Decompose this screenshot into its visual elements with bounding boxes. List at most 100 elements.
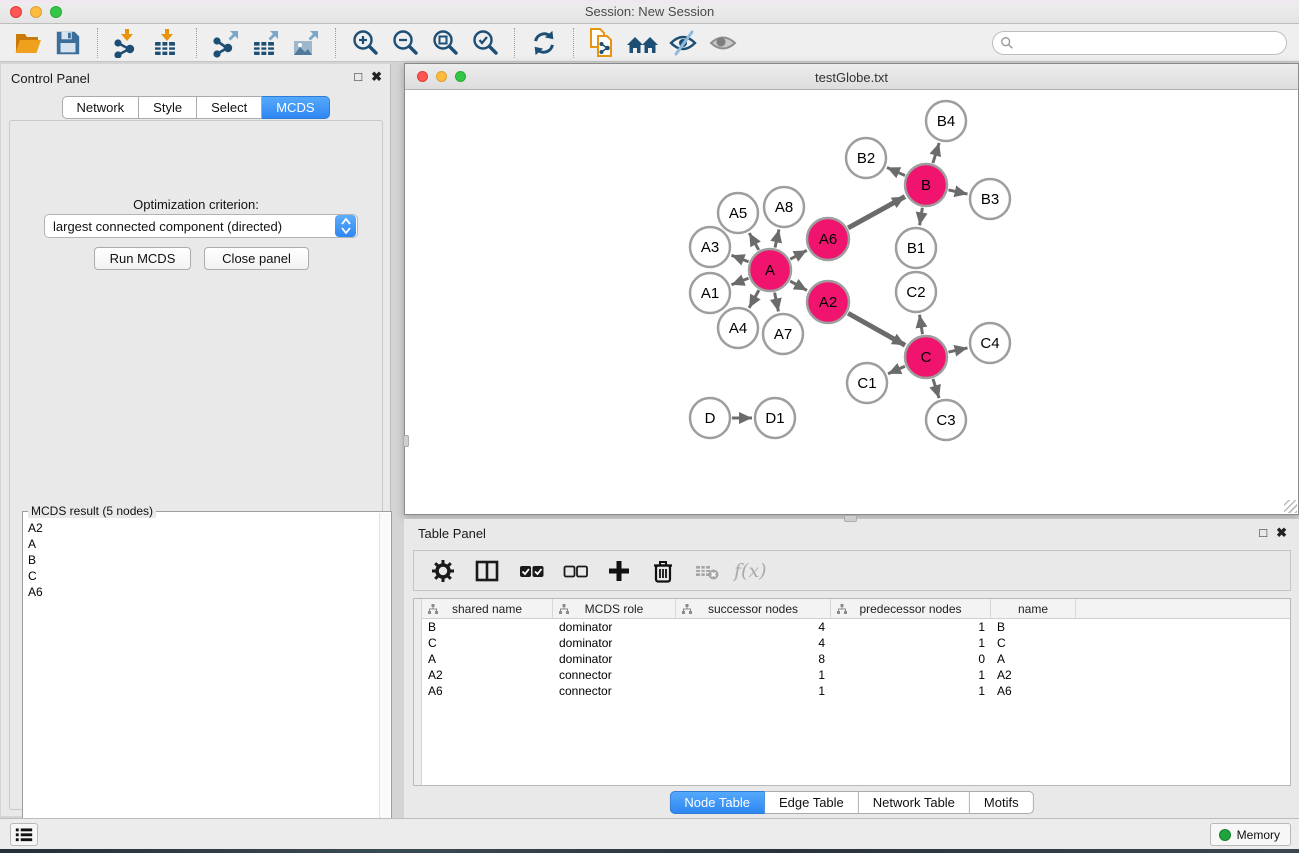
import-network-button[interactable] <box>107 27 147 59</box>
graph-node-A[interactable]: A <box>749 249 791 291</box>
close-panel-icon[interactable]: ✖ <box>371 69 382 85</box>
table-cell[interactable]: 0 <box>831 651 991 667</box>
graph-node-C[interactable]: C <box>905 336 947 378</box>
mcds-result-list[interactable]: A2ABCA6 <box>25 520 377 852</box>
graph-edge-A-A3[interactable] <box>731 255 748 262</box>
graph-node-A7[interactable]: A7 <box>763 314 803 354</box>
tab-network-table[interactable]: Network Table <box>859 791 970 814</box>
result-scrollbar[interactable] <box>379 513 390 853</box>
deselect-all-columns-button[interactable] <box>558 555 592 587</box>
open-session-button[interactable] <box>8 27 48 59</box>
table-row[interactable]: A6connector11A6 <box>422 683 1290 699</box>
import-table-button[interactable] <box>147 27 187 59</box>
result-item[interactable]: B <box>25 552 377 568</box>
graph-node-D1[interactable]: D1 <box>755 398 795 438</box>
graph-edge-B-B2[interactable] <box>887 167 905 175</box>
graph-node-C1[interactable]: C1 <box>847 363 887 403</box>
table-cell[interactable]: A2 <box>422 667 553 683</box>
table-cell[interactable]: C <box>422 635 553 651</box>
search-input[interactable] <box>1018 33 1286 53</box>
close-panel-button[interactable]: Close panel <box>204 247 309 270</box>
search-field[interactable] <box>992 31 1287 55</box>
table-cell[interactable]: 4 <box>676 619 831 635</box>
table-cell[interactable]: B <box>991 619 1076 635</box>
table-cell[interactable]: A6 <box>991 683 1076 699</box>
close-table-panel-icon[interactable]: ✖ <box>1276 525 1287 541</box>
graph-edge-A-A7[interactable] <box>775 293 779 312</box>
window-resize-grip[interactable] <box>1284 500 1297 513</box>
graph-node-B3[interactable]: B3 <box>970 179 1010 219</box>
table-cell[interactable]: A6 <box>422 683 553 699</box>
table-cell[interactable]: C <box>991 635 1076 651</box>
table-cell[interactable]: A2 <box>991 667 1076 683</box>
graph-node-A8[interactable]: A8 <box>764 187 804 227</box>
graph-edge-A-A8[interactable] <box>775 229 779 247</box>
table-row[interactable]: Cdominator41C <box>422 635 1290 651</box>
graph-edge-A-A5[interactable] <box>749 233 758 250</box>
result-item[interactable]: A6 <box>25 584 377 600</box>
task-history-button[interactable] <box>10 823 38 846</box>
graph-node-B1[interactable]: B1 <box>896 228 936 268</box>
table-row[interactable]: Adominator80A <box>422 651 1290 667</box>
table-cell[interactable]: A <box>422 651 553 667</box>
node-table[interactable]: shared nameMCDS rolesuccessor nodesprede… <box>413 598 1291 786</box>
graph-edge-C-C4[interactable] <box>948 348 967 352</box>
network-canvas[interactable]: B4B2BB3A8A5A6A3B1AA1C2A2A4A7C4CC1C3DD1 <box>405 90 1298 514</box>
hide-network-button[interactable] <box>663 27 703 59</box>
table-cell[interactable]: 1 <box>676 683 831 699</box>
graph-edge-A-A4[interactable] <box>749 290 759 308</box>
graph-edge-C-C3[interactable] <box>933 379 939 398</box>
network-window-titlebar[interactable]: testGlobe.txt <box>405 64 1298 90</box>
table-row[interactable]: A2connector11A2 <box>422 667 1290 683</box>
delete-table-button[interactable] <box>690 555 724 587</box>
export-table-button[interactable] <box>246 27 286 59</box>
table-row[interactable]: Bdominator41B <box>422 619 1290 635</box>
graph-edge-A-A2[interactable] <box>790 281 807 290</box>
select-all-columns-button[interactable] <box>514 555 548 587</box>
criterion-dropdown[interactable]: largest connected component (directed) <box>44 214 358 238</box>
table-cell[interactable]: 4 <box>676 635 831 651</box>
column-header-predecessor-nodes[interactable]: predecessor nodes <box>831 599 991 618</box>
graph-node-B2[interactable]: B2 <box>846 138 886 178</box>
graph-node-B4[interactable]: B4 <box>926 101 966 141</box>
table-cell[interactable]: connector <box>553 667 676 683</box>
graph-node-A1[interactable]: A1 <box>690 273 730 313</box>
create-column-button[interactable] <box>602 555 636 587</box>
table-cell[interactable]: 1 <box>831 635 991 651</box>
table-cell[interactable]: connector <box>553 683 676 699</box>
duplicate-network-button[interactable] <box>583 27 623 59</box>
graph-edge-A-A1[interactable] <box>731 278 748 285</box>
apply-function-button[interactable]: f(x) <box>734 555 767 587</box>
zoom-out-button[interactable] <box>385 27 425 59</box>
graph-edge-A-A6[interactable] <box>790 250 807 259</box>
float-table-panel-icon[interactable]: □ <box>1259 525 1267 541</box>
float-panel-icon[interactable]: □ <box>354 69 362 85</box>
graph-node-B[interactable]: B <box>905 164 947 206</box>
table-cell[interactable]: dominator <box>553 635 676 651</box>
graph-node-A4[interactable]: A4 <box>718 308 758 348</box>
export-network-button[interactable] <box>206 27 246 59</box>
tab-mcds[interactable]: MCDS <box>262 96 329 119</box>
result-item[interactable]: A2 <box>25 520 377 536</box>
graph-node-A5[interactable]: A5 <box>718 193 758 233</box>
toggle-columns-button[interactable] <box>470 555 504 587</box>
graph-node-A6[interactable]: A6 <box>807 218 849 260</box>
table-cell[interactable]: 1 <box>831 667 991 683</box>
panel-grip[interactable] <box>403 435 409 447</box>
tab-motifs[interactable]: Motifs <box>970 791 1034 814</box>
table-cell[interactable]: dominator <box>553 619 676 635</box>
tab-select[interactable]: Select <box>197 96 262 119</box>
graph-edge-A2-C[interactable] <box>848 313 905 345</box>
run-mcds-button[interactable]: Run MCDS <box>94 247 191 270</box>
table-cell[interactable]: A <box>991 651 1076 667</box>
divider-grip[interactable] <box>844 515 857 522</box>
column-header-successor-nodes[interactable]: successor nodes <box>676 599 831 618</box>
show-network-button[interactable] <box>703 27 743 59</box>
table-cell[interactable]: 1 <box>831 683 991 699</box>
table-cell[interactable]: 8 <box>676 651 831 667</box>
export-image-button[interactable] <box>286 27 326 59</box>
graph-edge-C-C2[interactable] <box>919 315 922 335</box>
result-item[interactable]: C <box>25 568 377 584</box>
show-all-networks-button[interactable] <box>623 27 663 59</box>
result-item[interactable]: A <box>25 536 377 552</box>
